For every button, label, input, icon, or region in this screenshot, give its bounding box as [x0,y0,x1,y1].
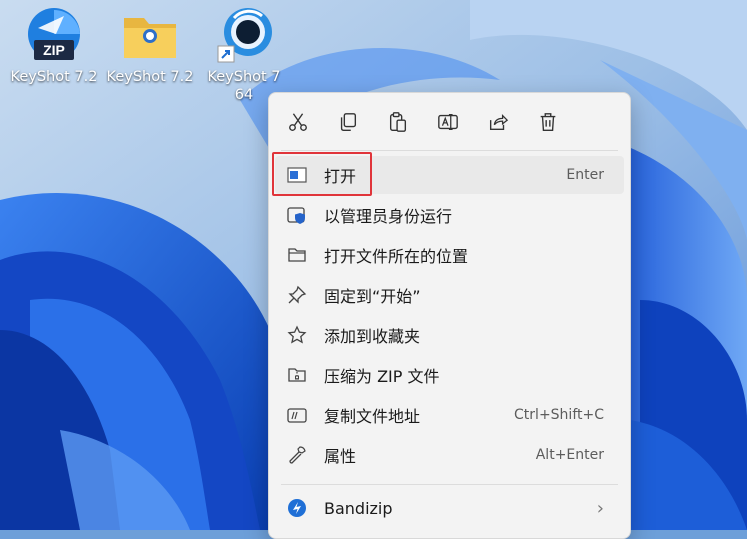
zip-badge-text: ZIP [43,42,65,58]
submenu-arrow-icon: › [596,497,604,519]
menu-item-label: 压缩为 ZIP 文件 [324,367,440,386]
share-icon [489,114,509,131]
copy-button[interactable] [333,107,363,137]
desktop-icon-keyshot-zip[interactable]: ZIP KeyShot 7.2 [6,6,102,86]
zip-folder-icon [286,364,308,386]
menu-item-label: 打开文件所在的位置 [324,247,469,266]
delete-button[interactable] [533,107,563,137]
menu-separator [281,484,618,485]
keyshot-shortcut-icon [214,6,274,66]
paste-button[interactable] [383,107,413,137]
rename-icon [438,114,458,130]
pin-icon [286,284,308,306]
paste-icon [389,112,407,132]
folder-icon [120,6,180,66]
menu-item-label: 复制文件地址 [324,407,421,426]
menu-item-shortcut: Ctrl+Shift+C [514,407,604,423]
menu-separator [281,150,618,151]
menu-item-copy-as-path[interactable]: 复制文件地址 Ctrl+Shift+C [275,396,624,434]
context-menu-toolbar [269,93,630,149]
desktop-icon-label: KeyShot 7.2 [10,69,98,85]
desktop-icon-keyshot-folder[interactable]: KeyShot 7.2 [102,6,198,86]
menu-item-shortcut: Enter [566,167,604,183]
delete-icon [540,113,556,131]
desktop-icon-label: KeyShot 7.2 [106,69,194,85]
highlight-box [272,152,372,196]
menu-item-open-file-location[interactable]: 打开文件所在的位置 [275,236,624,274]
menu-item-label: Bandizip [324,498,393,518]
menu-item-compress-zip[interactable]: 压缩为 ZIP 文件 [275,356,624,394]
menu-item-run-as-admin[interactable]: 以管理员身份运行 [275,196,624,234]
desktop-icon-keyshot-shortcut[interactable]: KeyShot 7 64 [196,6,292,104]
wrench-icon [286,444,308,466]
menu-item-label: 固定到“开始” [324,287,421,306]
copy-icon [340,113,357,131]
cut-icon [289,113,307,131]
share-button[interactable] [483,107,513,137]
menu-item-bandizip[interactable]: Bandizip › [275,489,624,527]
bandizip-icon [286,497,308,519]
menu-item-pin-to-start[interactable]: 固定到“开始” [275,276,624,314]
menu-item-label: 添加到收藏夹 [324,327,421,346]
menu-item-properties[interactable]: 属性 Alt+Enter [275,436,624,474]
rename-button[interactable] [433,107,463,137]
cut-button[interactable] [283,107,313,137]
menu-item-label: 以管理员身份运行 [324,207,453,226]
star-icon [286,324,308,346]
zip-archive-icon: ZIP [24,6,84,66]
menu-item-add-to-favorites[interactable]: 添加到收藏夹 [275,316,624,354]
shield-icon [286,204,308,226]
menu-item-shortcut: Alt+Enter [535,447,604,463]
menu-item-label: 属性 [324,447,357,466]
copy-path-icon [286,404,308,426]
folder-outline-icon [286,244,308,266]
